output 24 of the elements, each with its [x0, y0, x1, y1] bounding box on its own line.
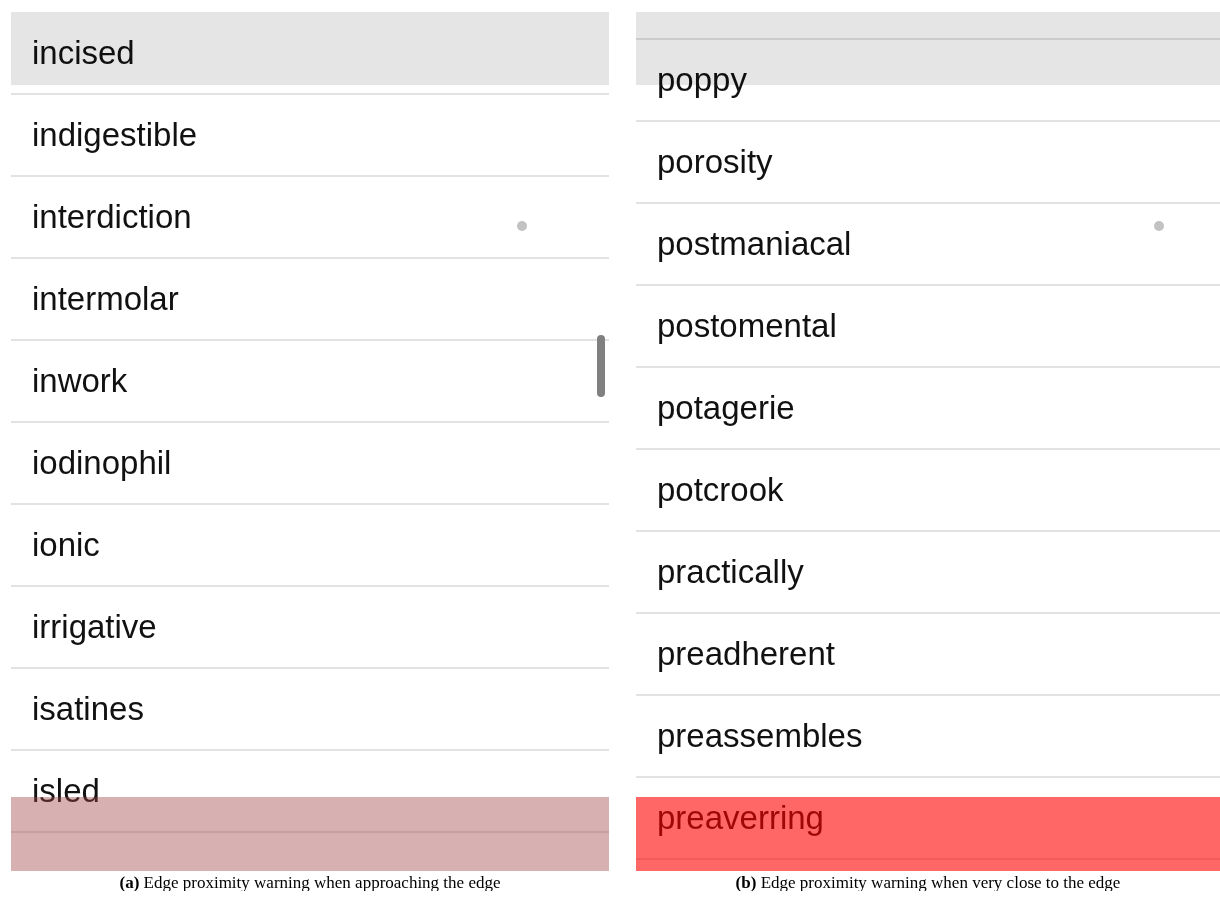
list-item[interactable]: ionic — [32, 526, 100, 564]
list-item[interactable]: poppy — [657, 61, 747, 99]
list-item[interactable]: potcrook — [657, 471, 784, 509]
list-item[interactable]: inwork — [32, 362, 128, 400]
indicator-dot — [1154, 221, 1164, 231]
list-item[interactable]: preassembles — [657, 717, 863, 755]
list-item[interactable]: isled — [32, 772, 100, 810]
list-item[interactable]: indigestible — [32, 116, 198, 154]
scrollbar[interactable] — [597, 335, 605, 397]
list-item[interactable]: isatines — [32, 690, 144, 728]
list-item[interactable]: interdiction — [32, 198, 192, 236]
indicator-dot — [517, 221, 527, 231]
figure-caption: (a) Edge proximity warning when approaching the edge — [119, 873, 501, 891]
list-item[interactable]: porosity — [657, 143, 773, 181]
list-item[interactable]: iodinophil — [32, 444, 172, 482]
list-item[interactable]: intermolar — [32, 280, 179, 318]
list-item[interactable]: postomental — [657, 307, 837, 345]
list-item[interactable]: irrigative — [32, 608, 157, 646]
list-item[interactable]: incised — [32, 34, 135, 72]
list-item[interactable]: postmaniacal — [657, 225, 852, 263]
list-item[interactable]: preadherent — [657, 635, 835, 673]
list-item[interactable]: practically — [657, 553, 804, 591]
figure-caption: (b) Edge proximity warning when very close to the edge — [735, 873, 1121, 891]
list-item[interactable]: potagerie — [657, 389, 795, 427]
